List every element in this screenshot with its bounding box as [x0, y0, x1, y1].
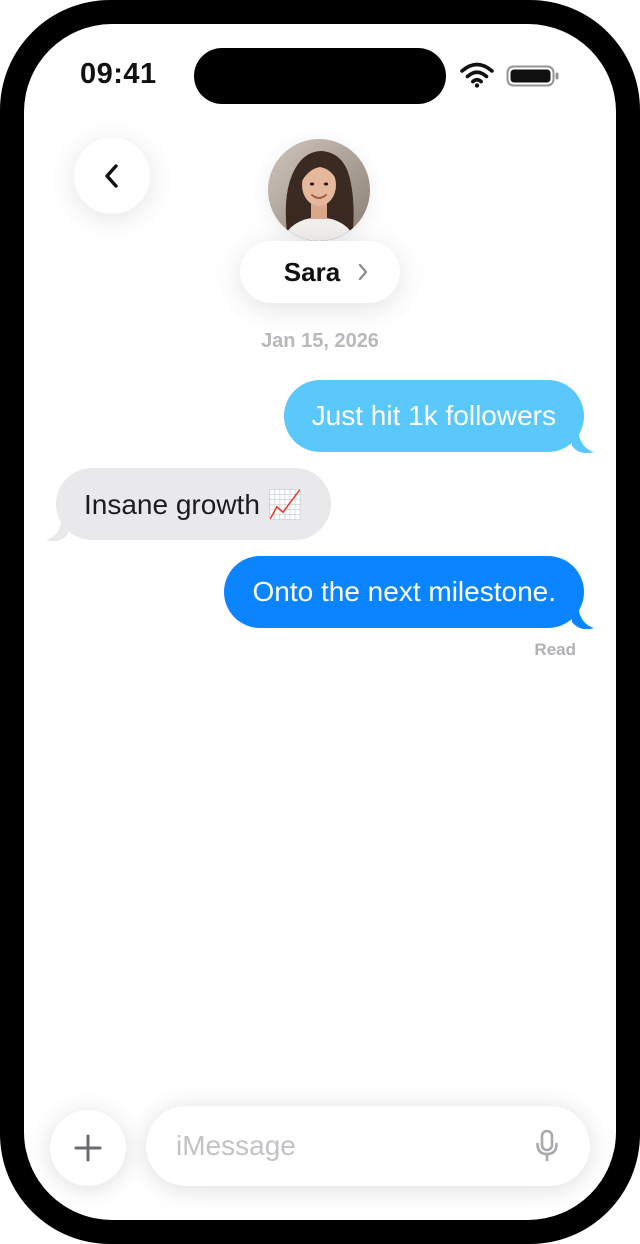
message-bubble-outgoing[interactable]: Just hit 1k followers	[283, 380, 584, 452]
bubble-tail	[572, 606, 594, 630]
battery-icon	[506, 65, 559, 87]
message-input-placeholder: iMessage	[176, 1130, 296, 1161]
chevron-left-icon	[105, 164, 118, 188]
wifi-icon	[460, 62, 494, 88]
contact-avatar[interactable]	[268, 139, 370, 241]
plus-icon	[74, 1134, 102, 1162]
contact-name: Sara	[283, 256, 341, 287]
status-time: 09:41	[80, 58, 157, 90]
dynamic-island	[194, 48, 446, 104]
bubble-tail	[46, 518, 68, 542]
microphone-icon[interactable]	[534, 1129, 560, 1163]
screen: 09:41 Sara Jan 15, 2026 Just hit 1k foll…	[24, 24, 616, 1220]
message-bubble-incoming[interactable]: Insane growth 📈	[56, 468, 331, 540]
chevron-right-icon	[358, 263, 368, 281]
message-input[interactable]: iMessage	[146, 1106, 590, 1186]
message-bubble-outgoing[interactable]: Onto the next milestone.	[224, 556, 584, 628]
back-button[interactable]	[74, 138, 150, 214]
bubble-tail	[572, 430, 594, 454]
read-receipt: Read	[534, 640, 576, 659]
phone-frame: 09:41 Sara Jan 15, 2026 Just hit 1k foll…	[0, 0, 640, 1244]
contact-name-button[interactable]: Sara	[240, 241, 400, 303]
conversation-date: Jan 15, 2026	[261, 330, 379, 352]
avatar-photo	[268, 139, 370, 241]
add-attachment-button[interactable]	[50, 1110, 126, 1186]
